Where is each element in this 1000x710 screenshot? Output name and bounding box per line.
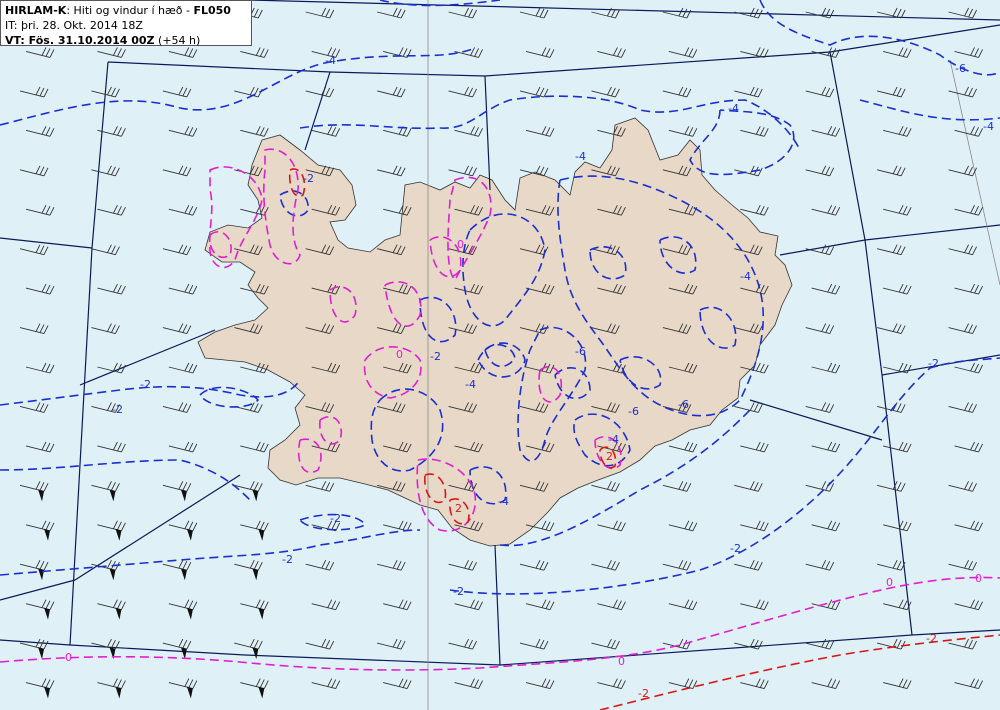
contour-label: -6 bbox=[628, 405, 639, 418]
contour-label: -4 bbox=[608, 433, 619, 446]
contour-label: -2 bbox=[303, 172, 314, 185]
contour-label: -2 bbox=[140, 378, 151, 391]
valid-time-row: VT: Fös. 31.10.2014 00Z (+54 h) bbox=[5, 33, 247, 48]
initial-time: IT: þri. 28. Okt. 2014 18Z bbox=[5, 19, 143, 32]
contour-label: 0 bbox=[65, 651, 72, 664]
contour-label: -2 bbox=[453, 585, 464, 598]
forecast-hours: (+54 h) bbox=[154, 34, 201, 47]
contour-label: -2 bbox=[430, 350, 441, 363]
contour-label: -4 bbox=[465, 378, 476, 391]
map-header-legend: HIRLAM-K: Hiti og vindur í hæð - FL050 I… bbox=[0, 0, 252, 48]
contour-label: 0 bbox=[886, 576, 893, 589]
model-name: HIRLAM-K bbox=[5, 4, 67, 17]
contour-label: 0 bbox=[975, 572, 982, 585]
map-description: : Hiti og vindur í hæð - bbox=[66, 4, 194, 17]
contour-label: -4 bbox=[740, 270, 751, 283]
contour-label: 2 bbox=[455, 502, 462, 515]
contour-label: -2 bbox=[730, 542, 741, 555]
contour-label: 0 bbox=[457, 238, 464, 251]
contour-label: -2 bbox=[330, 512, 341, 525]
contour-label: -2 bbox=[638, 687, 649, 700]
temperature-wind-map: -4 -6 -4 -4 -2 -2 -2 -2 -2 -2 -2 -2 -4 -… bbox=[0, 0, 1000, 710]
contour-label: -4 bbox=[575, 150, 586, 163]
contour-label: 0 bbox=[396, 348, 403, 361]
contour-label: -4 bbox=[498, 495, 509, 508]
contour-label: -2 bbox=[112, 403, 123, 416]
contour-label: -4 bbox=[983, 120, 994, 133]
contour-label: -4 bbox=[728, 102, 739, 115]
contour-label: -4 bbox=[325, 54, 336, 67]
contour-label: -2 bbox=[926, 632, 937, 645]
contour-label: -2 bbox=[928, 357, 939, 370]
flight-level: FL050 bbox=[193, 4, 231, 17]
valid-time: VT: Fös. 31.10.2014 00Z bbox=[5, 34, 155, 47]
title-row: HIRLAM-K: Hiti og vindur í hæð - FL050 bbox=[5, 3, 247, 18]
contour-label: -2 bbox=[282, 553, 293, 566]
contour-label: -6 bbox=[575, 345, 586, 358]
contour-label: 0 bbox=[618, 655, 625, 668]
contour-label: 2 bbox=[606, 450, 613, 463]
contour-label: -6 bbox=[955, 62, 966, 75]
contour-label: -6 bbox=[678, 398, 689, 411]
